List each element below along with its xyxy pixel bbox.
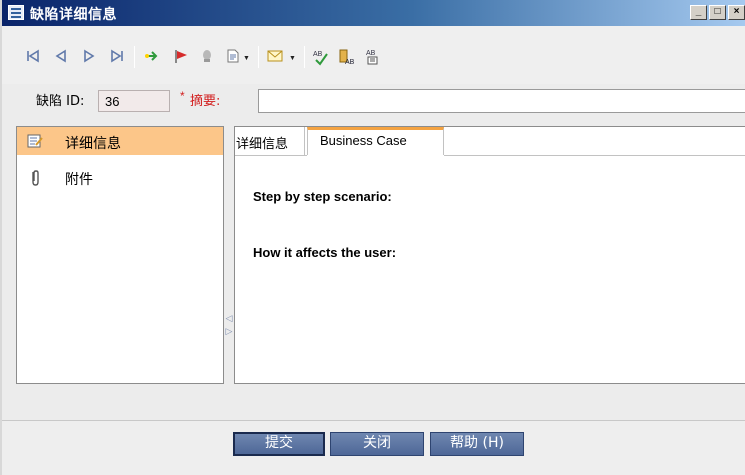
maximize-button[interactable]: □ <box>709 5 726 20</box>
toolbar-separator <box>134 46 135 68</box>
sidebar-item-label: 附件 <box>65 172 93 188</box>
tab-strip-border <box>235 155 307 156</box>
required-marker: * <box>180 89 185 103</box>
window-icon <box>8 5 24 20</box>
svg-text:AB: AB <box>313 51 323 58</box>
sidebar-item-details[interactable]: 详细信息 <box>17 127 223 155</box>
tab-details[interactable]: 详细信息 <box>235 127 305 155</box>
tab-business-case[interactable]: Business Case <box>307 127 444 155</box>
defect-id-label: 缺陷 ID: <box>36 94 85 109</box>
attachment-icon <box>27 169 43 190</box>
flag-icon[interactable] <box>172 48 190 66</box>
close-button[interactable]: 关闭 <box>330 432 424 456</box>
document-dropdown-icon[interactable]: ▼ <box>243 55 250 62</box>
step-by-step-heading: Step by step scenario: <box>253 189 392 204</box>
follow-up-icon[interactable] <box>144 48 162 66</box>
help-button[interactable]: 帮助 (H) <box>430 432 524 456</box>
summary-label: 摘要: <box>190 94 221 109</box>
mail-dropdown-icon[interactable]: ▼ <box>289 55 296 62</box>
submit-button[interactable]: 提交 <box>233 432 325 456</box>
window-title: 缺陷详细信息 <box>30 7 117 23</box>
toolbar-separator <box>258 46 259 68</box>
next-record-icon[interactable] <box>80 48 98 66</box>
first-record-icon[interactable] <box>24 48 42 66</box>
spell-check-icon[interactable]: AB <box>312 48 330 66</box>
svg-text:AB: AB <box>366 50 376 57</box>
summary-input[interactable] <box>258 89 745 113</box>
thesaurus-icon[interactable]: AB <box>338 48 356 66</box>
splitter-handle[interactable]: ◁ ▷ <box>224 312 234 346</box>
previous-record-icon[interactable] <box>52 48 70 66</box>
document-icon[interactable] <box>224 48 242 66</box>
minimize-button[interactable]: _ <box>690 5 707 20</box>
user-impact-heading: How it affects the user: <box>253 245 397 260</box>
details-icon <box>27 133 43 152</box>
highlight-icon[interactable] <box>198 48 216 66</box>
tab-strip-border <box>444 155 745 156</box>
last-record-icon[interactable] <box>108 48 126 66</box>
mail-icon[interactable] <box>266 48 284 66</box>
sidebar-item-attachments[interactable]: 附件 <box>17 163 223 191</box>
defect-details-window: 缺陷详细信息 _ □ × ▼ ▼ AB AB AB 缺陷 ID: 36 * 摘要… <box>0 0 745 475</box>
toolbar-separator <box>304 46 305 68</box>
content-panel: 详细信息 Business Case Step by step scenario… <box>234 126 745 384</box>
title-bar: 缺陷详细信息 _ □ × <box>2 0 745 26</box>
svg-text:AB: AB <box>345 59 355 66</box>
defect-id-field: 36 <box>98 90 170 112</box>
close-window-button[interactable]: × <box>728 5 745 20</box>
spelling-options-icon[interactable]: AB <box>364 48 382 66</box>
sidebar-item-label: 详细信息 <box>65 136 121 152</box>
sidebar: 详细信息 附件 <box>16 126 224 384</box>
